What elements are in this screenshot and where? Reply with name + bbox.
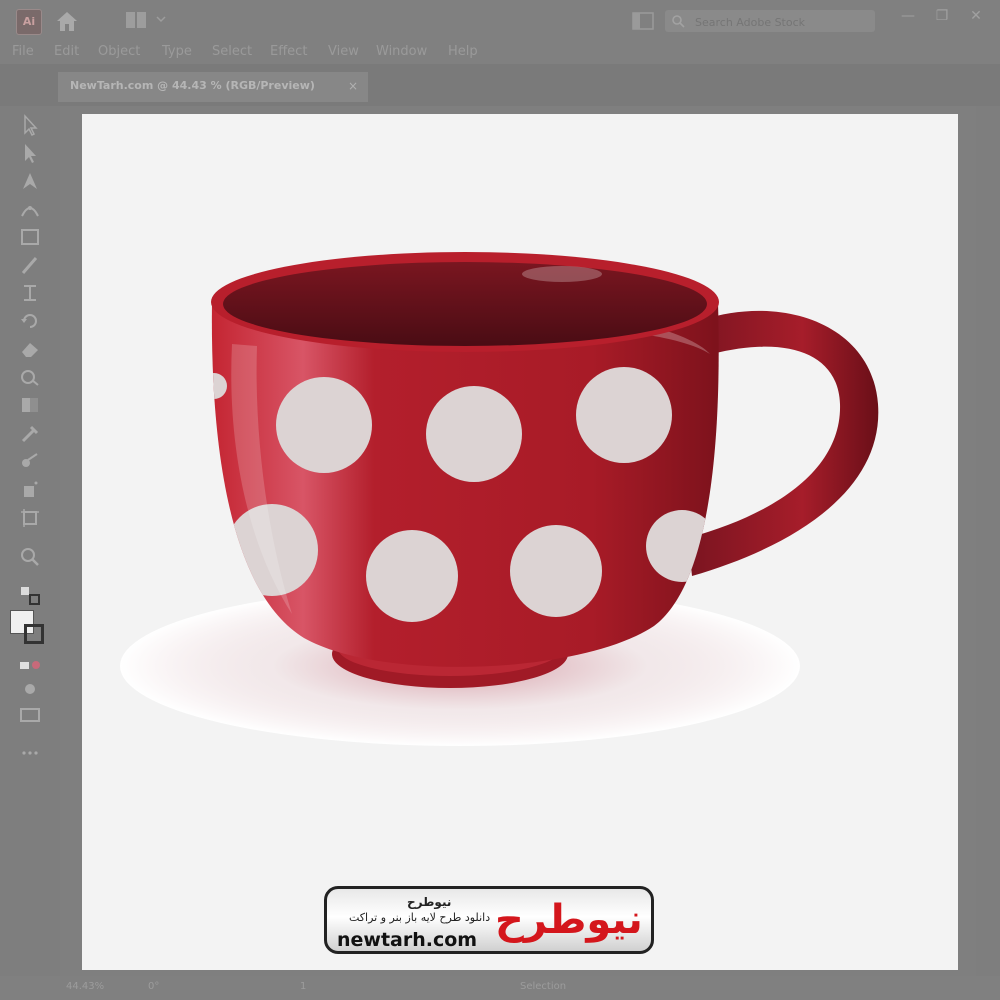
vertical-scrollbar[interactable] [976, 106, 1000, 976]
menu-file[interactable]: File [12, 44, 34, 59]
stroke-swatch[interactable] [24, 624, 44, 644]
home-icon[interactable] [54, 9, 80, 33]
width-tool-icon[interactable] [18, 282, 42, 304]
menu-bar: File Edit Object Type Select Effect View… [0, 42, 1000, 64]
watermark-logo-mark: نیوطرح [495, 897, 643, 943]
menu-effect[interactable]: Effect [270, 44, 307, 59]
more-tools-icon[interactable] [18, 742, 42, 764]
document-tab[interactable]: NewTarh.com @ 44.43 % (RGB/Preview) × [58, 72, 368, 102]
close-button[interactable]: ✕ [964, 6, 988, 26]
watermark-subtitle: دانلود طرح لایه باز بنر و تراکت [349, 911, 491, 924]
search-input[interactable] [693, 12, 867, 32]
shape-builder-tool-icon[interactable] [18, 366, 42, 388]
direct-selection-tool-icon[interactable] [18, 142, 42, 164]
menu-select[interactable]: Select [212, 44, 252, 59]
pen-tool-icon[interactable] [18, 170, 42, 192]
curvature-tool-icon[interactable] [18, 198, 42, 220]
search-stock-field[interactable] [665, 10, 875, 32]
menu-object[interactable]: Object [98, 44, 140, 59]
chevron-down-icon[interactable] [156, 14, 166, 24]
tools-panel [0, 106, 60, 976]
menu-type[interactable]: Type [162, 44, 192, 59]
eyedropper-tool-icon[interactable] [18, 422, 42, 444]
rectangle-tool-icon[interactable] [18, 226, 42, 248]
screen-mode-icon[interactable] [18, 704, 42, 726]
close-tab-icon[interactable]: × [348, 79, 358, 93]
watermark-brand: newtarh.com [337, 929, 478, 951]
rotate-tool-icon[interactable] [18, 310, 42, 332]
cup-interior [223, 262, 707, 346]
cup-body [211, 302, 719, 667]
draw-mode-icon[interactable] [18, 678, 42, 700]
menu-window[interactable]: Window [376, 44, 427, 59]
paintbrush-tool-icon[interactable] [18, 254, 42, 276]
watermark-title: نیوطرح [407, 895, 452, 909]
menu-help[interactable]: Help [448, 44, 478, 59]
document-tab-label: NewTarh.com @ 44.43 % (RGB/Preview) [70, 79, 315, 92]
watermark-logo: نیوطرح دانلود طرح لایه باز بنر و تراکت n… [324, 886, 654, 954]
arrange-documents-icon[interactable] [632, 12, 654, 30]
artboard-tool-icon[interactable] [18, 506, 42, 528]
eraser-tool-icon[interactable] [18, 338, 42, 360]
default-fill-stroke-icon[interactable] [18, 584, 42, 606]
cup-illustration [120, 252, 879, 746]
gradient-tool-icon[interactable] [18, 394, 42, 416]
menu-view[interactable]: View [328, 44, 359, 59]
title-bar: Ai — ❐ ✕ [0, 0, 1000, 42]
minimize-button[interactable]: — [896, 6, 920, 26]
selection-tool-icon[interactable] [18, 114, 42, 136]
workspace-switcher-icon[interactable] [126, 12, 146, 28]
menu-edit[interactable]: Edit [54, 44, 79, 59]
zoom-level[interactable]: 44.43% [66, 981, 104, 992]
current-tool-label: Selection [520, 981, 567, 992]
maximize-button[interactable]: ❐ [930, 6, 954, 26]
zoom-tool-icon[interactable] [18, 546, 42, 568]
color-mode-icon[interactable] [18, 654, 42, 676]
app-logo[interactable]: Ai [16, 9, 42, 35]
artboard-navigator[interactable]: 1 [300, 981, 306, 992]
search-icon [672, 15, 685, 28]
symbol-sprayer-tool-icon[interactable] [18, 478, 42, 500]
status-bar: 44.43% 0° 1 Selection [0, 976, 1000, 1000]
rotation-value[interactable]: 0° [148, 981, 159, 992]
blend-tool-icon[interactable] [18, 450, 42, 472]
artboard[interactable] [82, 114, 958, 970]
